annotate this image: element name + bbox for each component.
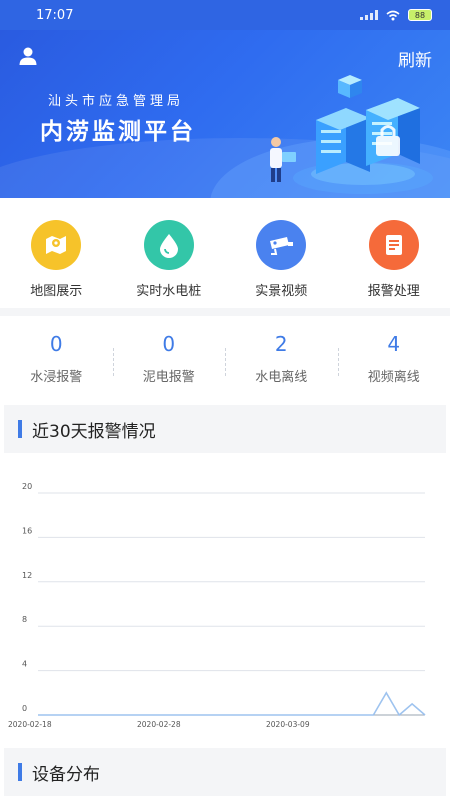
quick-action-label: 地图展示 <box>30 284 83 299</box>
divider <box>0 308 450 316</box>
stat-value: 2 <box>274 332 288 356</box>
quick-action-alarm-handling[interactable]: 报警处理 <box>344 220 444 300</box>
stat-value: 0 <box>162 332 176 356</box>
alarm-series-line <box>38 691 426 717</box>
quick-actions: 地图展示 实时水电桩 实景视频 报警处理 <box>0 198 450 300</box>
section-accent-bar <box>18 763 22 781</box>
status-icons: 88 <box>360 9 432 21</box>
battery-icon: 88 <box>408 9 432 21</box>
status-time: 17:07 <box>36 7 74 23</box>
header-banner: 刷新 汕头市应急管理局 内涝监测平台 <box>0 30 450 198</box>
datacenter-illustration-icon <box>270 75 433 194</box>
y-tick-label: 8 <box>22 615 27 624</box>
stat-water-alarm[interactable]: 0 水浸报警 <box>0 320 113 395</box>
stat-label: 水电离线 <box>255 370 308 385</box>
wifi-icon <box>386 10 400 20</box>
x-tick-label: 2020-02-28 <box>137 720 181 729</box>
quick-action-label: 实时水电桩 <box>136 284 202 299</box>
org-name: 汕头市应急管理局 <box>48 94 185 109</box>
camera-icon <box>256 220 307 270</box>
x-tick-label: 2020-02-18 <box>8 720 52 729</box>
quick-action-live-video[interactable]: 实景视频 <box>231 220 331 300</box>
stat-station-offline[interactable]: 2 水电离线 <box>225 320 338 395</box>
section-title: 近30天报警情况 <box>32 421 156 442</box>
refresh-button[interactable]: 刷新 <box>398 46 432 71</box>
stat-value: 0 <box>49 332 63 356</box>
alarm-doc-icon <box>368 220 419 270</box>
app-screen: 17:07 88 刷新 汕头市应急管理局 内涝监测平台 地图展示 实时水电桩 实… <box>0 0 450 800</box>
section-title: 设备分布 <box>32 764 100 785</box>
x-tick-label: 2020-03-09 <box>266 720 310 729</box>
section-header-alarms: 近30天报警情况 <box>4 405 446 453</box>
stat-video-offline[interactable]: 4 视频离线 <box>337 320 450 395</box>
status-bar: 17:07 88 <box>0 0 450 30</box>
stat-value: 4 <box>387 332 401 356</box>
quick-action-label: 报警处理 <box>367 284 420 299</box>
platform-title: 内涝监测平台 <box>40 119 196 145</box>
section-header-devices: 设备分布 <box>4 748 446 796</box>
quick-action-water-station[interactable]: 实时水电桩 <box>119 220 219 300</box>
y-tick-label: 16 <box>22 526 32 535</box>
stat-label: 水浸报警 <box>30 370 83 385</box>
user-icon[interactable] <box>18 46 38 66</box>
signal-icon <box>360 10 378 20</box>
stats-row: 0 水浸报警 0 泥电报警 2 水电离线 4 视频离线 <box>0 320 450 395</box>
y-tick-label: 12 <box>22 571 32 580</box>
quick-action-map[interactable]: 地图展示 <box>6 220 106 300</box>
quick-action-label: 实景视频 <box>255 284 308 299</box>
stat-power-alarm[interactable]: 0 泥电报警 <box>112 320 226 395</box>
stat-label: 视频离线 <box>367 370 420 385</box>
y-tick-label: 0 <box>22 704 27 713</box>
y-tick-label: 4 <box>22 660 27 669</box>
stat-label: 泥电报警 <box>142 370 195 385</box>
water-drop-icon <box>143 220 194 270</box>
section-accent-bar <box>18 420 22 438</box>
y-tick-label: 20 <box>22 482 32 491</box>
map-icon <box>31 220 82 270</box>
alarm-line-chart: 20 16 12 8 4 0 2020-02-18 2020-02-28 2020-03-09 <box>8 482 426 729</box>
